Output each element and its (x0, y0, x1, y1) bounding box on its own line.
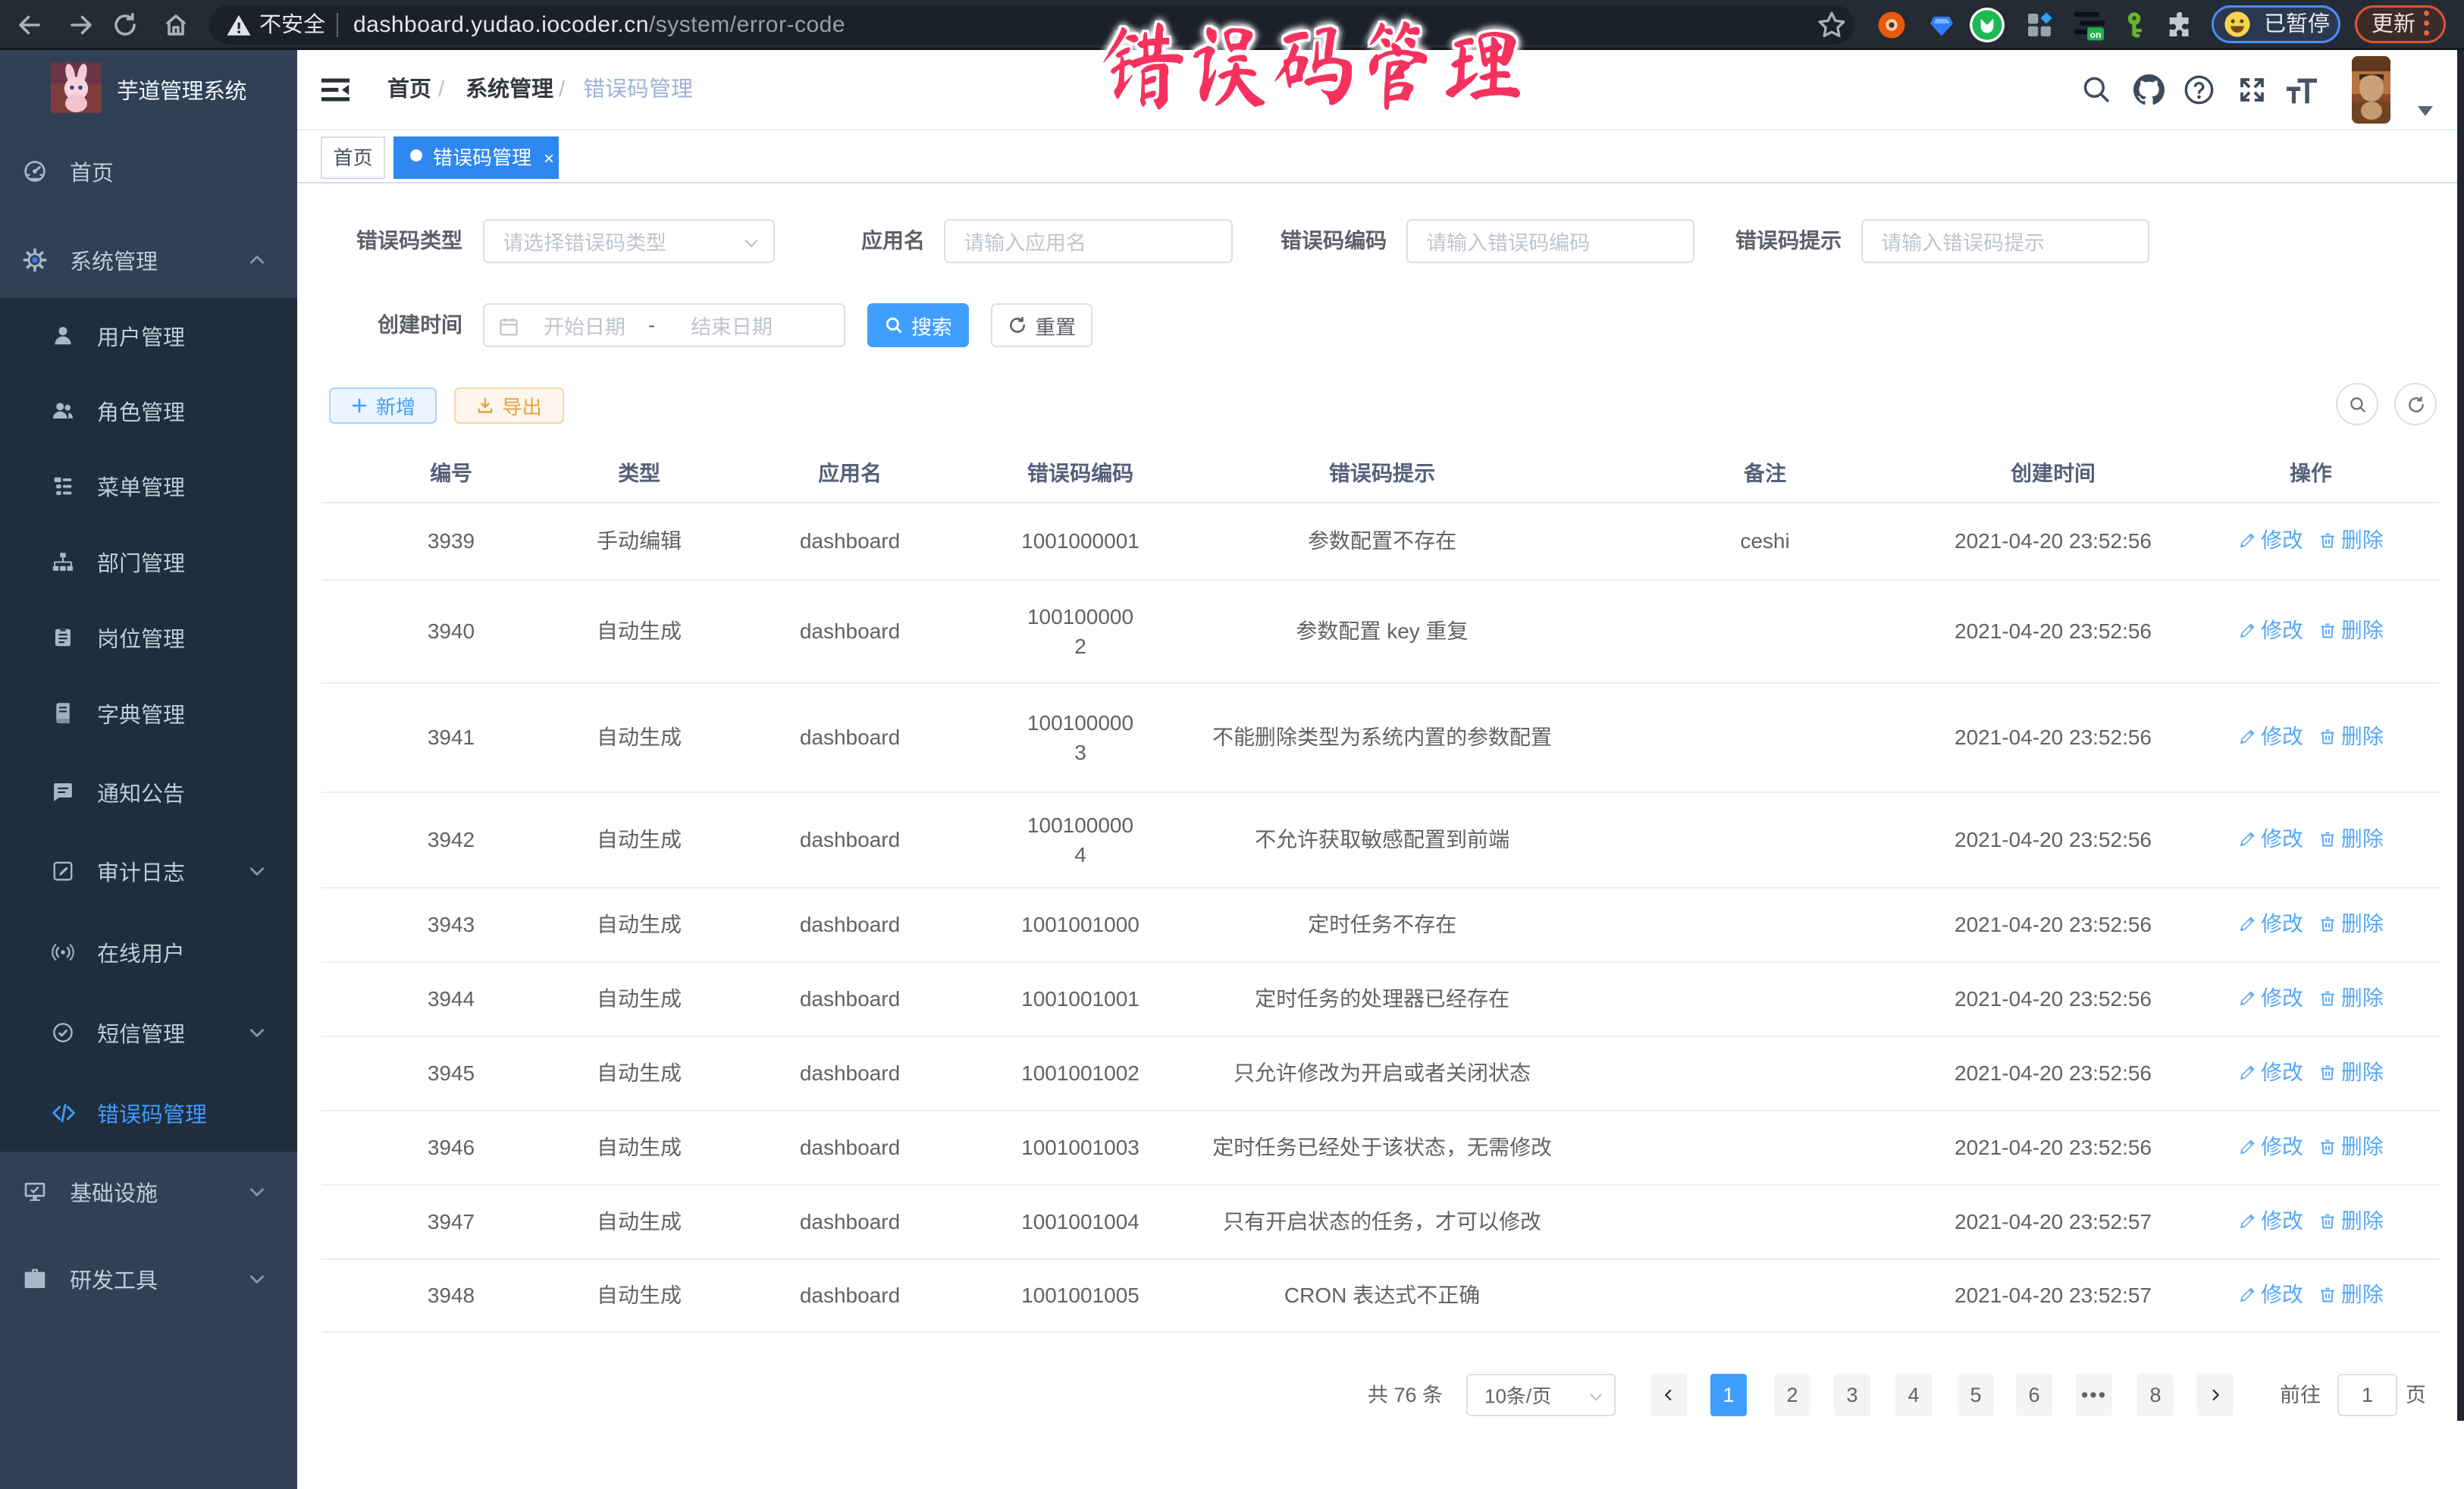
svg-text:on: on (2090, 30, 2102, 40)
